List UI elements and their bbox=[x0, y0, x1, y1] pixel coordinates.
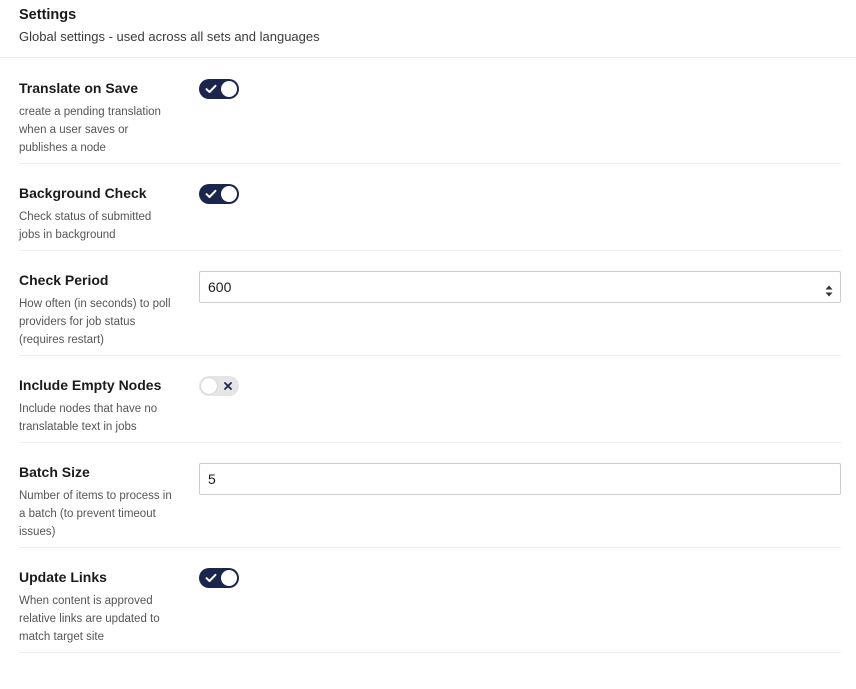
x-icon bbox=[220, 378, 236, 394]
setting-label: Batch Size bbox=[19, 464, 90, 480]
check-icon bbox=[203, 570, 219, 586]
toggle-knob bbox=[201, 378, 217, 394]
check-icon bbox=[203, 81, 219, 97]
background-check-toggle[interactable] bbox=[199, 184, 239, 204]
setting-row-update-links: Update Links When content is approved re… bbox=[19, 568, 841, 653]
update-links-toggle[interactable] bbox=[199, 568, 239, 588]
setting-description: Include nodes that have no translatable … bbox=[19, 403, 158, 433]
setting-row-include-empty-nodes: Include Empty Nodes Include nodes that h… bbox=[19, 376, 841, 443]
batch-size-input[interactable]: 5 bbox=[199, 463, 841, 495]
spinner-arrows-icon[interactable] bbox=[824, 279, 834, 297]
check-icon bbox=[203, 186, 219, 202]
setting-row-batch-size: Batch Size Number of items to process in… bbox=[19, 463, 841, 548]
toggle-knob bbox=[221, 81, 237, 97]
setting-description: create a pending translation when a user… bbox=[19, 106, 161, 154]
setting-label: Include Empty Nodes bbox=[19, 377, 162, 393]
setting-label: Background Check bbox=[19, 185, 147, 201]
setting-row-background-check: Background Check Check status of submitt… bbox=[19, 184, 841, 251]
translate-on-save-toggle[interactable] bbox=[199, 79, 239, 99]
setting-description: Check status of submitted jobs in backgr… bbox=[19, 211, 152, 241]
toggle-knob bbox=[221, 186, 237, 202]
setting-label: Translate on Save bbox=[19, 80, 139, 96]
setting-description: Number of items to process in a batch (t… bbox=[19, 490, 172, 538]
setting-row-translate-on-save: Translate on Save create a pending trans… bbox=[19, 79, 841, 164]
setting-row-check-period: Check Period How often (in seconds) to p… bbox=[19, 271, 841, 356]
page-title: Settings bbox=[19, 7, 77, 23]
batch-size-value: 5 bbox=[208, 471, 216, 487]
page-subtitle: Global settings - used across all sets a… bbox=[19, 29, 320, 44]
check-period-value: 600 bbox=[208, 279, 232, 295]
include-empty-nodes-toggle[interactable] bbox=[199, 376, 239, 396]
setting-description: How often (in seconds) to poll providers… bbox=[19, 298, 171, 346]
setting-description: When content is approved relative links … bbox=[19, 595, 160, 643]
check-period-input[interactable]: 600 bbox=[199, 271, 841, 303]
toggle-knob bbox=[221, 570, 237, 586]
setting-label: Update Links bbox=[19, 569, 107, 585]
settings-header: Settings Global settings - used across a… bbox=[0, 0, 856, 58]
setting-label: Check Period bbox=[19, 272, 109, 288]
